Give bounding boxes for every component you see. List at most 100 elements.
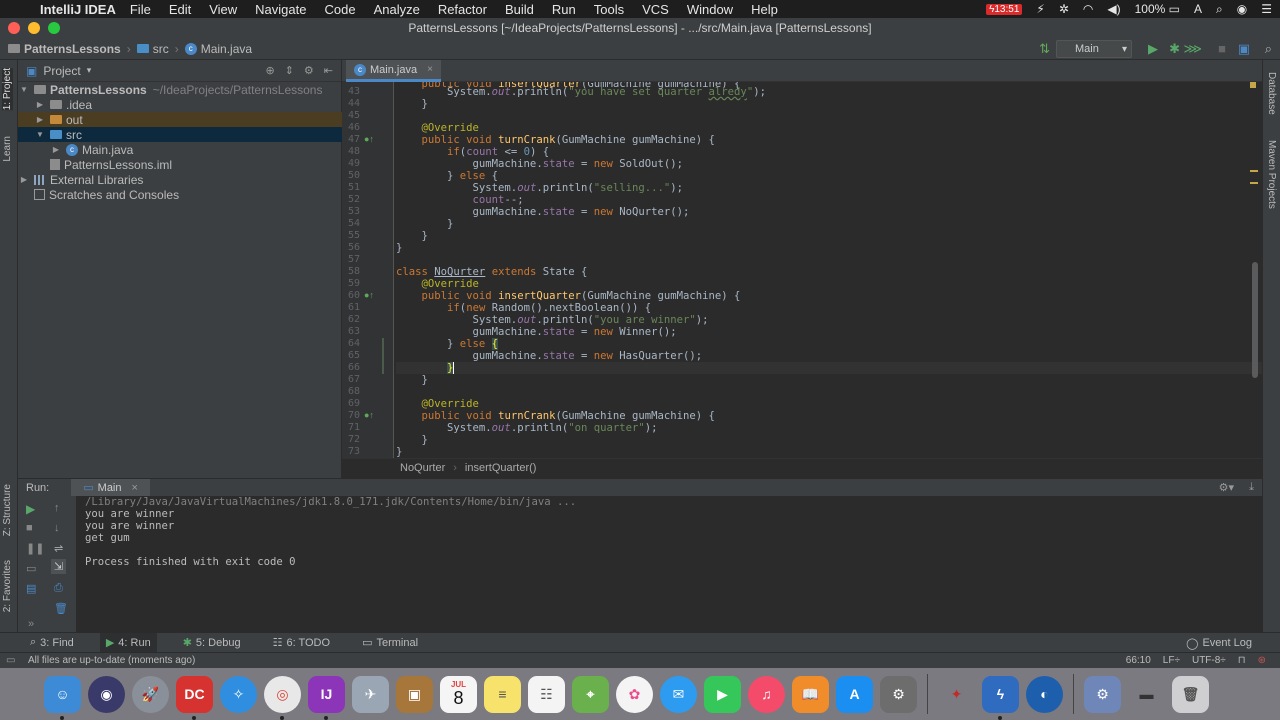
breadcrumb-class[interactable]: NoQurter [400, 462, 445, 474]
safari-icon[interactable]: ✧ [220, 675, 257, 713]
trash-icon[interactable]: 🗑 [1172, 675, 1209, 713]
menu-refactor[interactable]: Refactor [438, 2, 487, 17]
stop-icon[interactable]: ■ [26, 522, 33, 534]
tree-item-root[interactable]: ▼ PatternsLessons ~/IdeaProjects/Pattern… [18, 82, 342, 97]
menu-vcs[interactable]: VCS [642, 2, 669, 17]
scroll-up-icon[interactable]: ↑ [54, 502, 60, 514]
window-minimize-button[interactable] [28, 22, 40, 34]
override-marker-icon[interactable]: ●↑ [364, 134, 374, 144]
close-tab-icon[interactable]: × [132, 482, 138, 494]
app-store-icon[interactable]: A [836, 675, 873, 713]
tab-event-log[interactable]: ◯ Event Log [1186, 633, 1252, 653]
debug-icon[interactable]: ✱ [1169, 41, 1180, 57]
tab-learn[interactable]: Learn [2, 136, 13, 162]
thunder-app-icon[interactable]: ϟ [982, 675, 1019, 720]
menu-window[interactable]: Window [687, 2, 733, 17]
search-everywhere-icon[interactable]: ⌕ [1265, 41, 1272, 57]
pause-icon[interactable]: ❚❚ [26, 542, 44, 555]
collapse-arrow-icon[interactable]: ▶ [50, 145, 62, 154]
collapse-arrow-icon[interactable]: ▶ [18, 175, 30, 184]
contacts-icon[interactable]: ▣ [396, 675, 433, 713]
tree-item-main-java[interactable]: ▶ c Main.java [18, 142, 342, 157]
intellij-icon[interactable]: IJ [308, 675, 345, 720]
expand-arrow-icon[interactable]: ▼ [18, 85, 30, 94]
collapse-arrow-icon[interactable]: ▶ [34, 100, 46, 109]
chevron-down-icon[interactable]: ▾ [87, 65, 92, 76]
hide-panel-icon[interactable]: ⤓ [1249, 481, 1254, 494]
bolt-icon[interactable]: ⚡ [1036, 2, 1044, 16]
code-editor[interactable]: 43 44 45 46 47 48 49 50 51 52 53 54 55 56 57 58 59 60 61 62… [342, 82, 1262, 458]
music-icon[interactable]: ♫ [748, 675, 785, 713]
settings-icon[interactable]: ⚙▾ [1219, 481, 1234, 494]
lock-icon[interactable]: ⊓ [1238, 655, 1246, 666]
menu-build[interactable]: Build [505, 2, 534, 17]
run-configuration-select[interactable]: Main [1056, 40, 1132, 58]
menu-code[interactable]: Code [324, 2, 355, 17]
tab-find[interactable]: ⌕ 3: Find [24, 633, 80, 653]
preview-icon[interactable]: ✈ [352, 675, 389, 713]
downloads-stack-icon[interactable]: ▬ [1128, 676, 1165, 713]
scroll-to-end-icon[interactable]: ⇲ [51, 559, 67, 574]
messages-icon[interactable]: ✉ [660, 675, 697, 713]
analysis-status-icon[interactable] [1250, 82, 1256, 88]
reminders-icon[interactable]: ☷ [528, 675, 565, 713]
edge-icon[interactable]: ◐ [1026, 675, 1063, 713]
collapse-arrow-icon[interactable]: ▶ [34, 115, 46, 124]
input-source-icon[interactable]: A [1194, 2, 1202, 16]
tree-item-iml[interactable]: PatternsLessons.iml [18, 157, 342, 172]
hide-icon[interactable]: ⇤ [324, 64, 333, 77]
scroll-down-icon[interactable]: ↓ [54, 522, 60, 534]
siri-icon[interactable]: ◉ [1237, 2, 1247, 16]
calendar-icon[interactable]: JUL 8 [440, 675, 477, 713]
window-zoom-button[interactable] [48, 22, 60, 34]
menu-run[interactable]: Run [552, 2, 576, 17]
collapse-icon[interactable]: ⇕ [285, 64, 294, 77]
tree-item-src[interactable]: ▼ src [18, 127, 342, 142]
nav-crumb-project[interactable]: PatternsLessons [8, 42, 121, 56]
tab-favorites[interactable]: 2: Favorites [2, 560, 13, 612]
tab-main-java[interactable]: c Main.java × [346, 60, 441, 82]
utility-app-icon[interactable]: ⚙ [1084, 675, 1121, 713]
menu-tools[interactable]: Tools [594, 2, 624, 17]
rerun-icon[interactable]: ▶ [26, 502, 35, 516]
flashlight-app-icon[interactable]: ✦ [938, 676, 975, 713]
menu-file[interactable]: File [130, 2, 151, 17]
clear-all-icon[interactable]: 🗑 [54, 602, 68, 615]
launchpad-icon[interactable]: 🚀 [132, 675, 169, 713]
menu-navigate[interactable]: Navigate [255, 2, 306, 17]
caret-position[interactable]: 66:10 [1126, 655, 1151, 666]
breadcrumb-method[interactable]: insertQuarter() [465, 462, 537, 474]
tab-debug[interactable]: ✱ 5: Debug [177, 633, 247, 653]
soft-wrap-icon[interactable]: ⇌ [54, 542, 63, 555]
override-marker-icon[interactable]: ●↑ [364, 290, 374, 300]
maps-icon[interactable]: ⌖ [572, 675, 609, 713]
project-view-select[interactable]: Project [43, 64, 80, 78]
run-console[interactable]: /Library/Java/JavaVirtualMachines/jdk1.8… [76, 496, 1262, 632]
flash-status-icon[interactable]: ϟ13:51 [986, 3, 1023, 15]
editor-scrollbar[interactable] [1252, 262, 1258, 378]
chrome-icon[interactable]: ◎ [264, 675, 301, 720]
more-icon[interactable]: » [28, 618, 34, 630]
gear-status-icon[interactable]: ✲ [1059, 2, 1069, 16]
menu-analyze[interactable]: Analyze [374, 2, 420, 17]
dump-threads-icon[interactable]: ▭ [26, 562, 36, 575]
run-tab-main[interactable]: ▭ Main × [71, 478, 150, 497]
project-structure-icon[interactable]: ▣ [1238, 41, 1250, 57]
tree-item-out[interactable]: ▶ out [18, 112, 342, 127]
tab-maven-projects[interactable]: Maven Projects [1266, 140, 1277, 209]
dictionary-app-icon[interactable]: DC [176, 675, 213, 720]
coverage-icon[interactable]: ⋙ [1184, 41, 1203, 57]
tab-run[interactable]: ▶ 4: Run [99, 632, 157, 653]
tab-terminal[interactable]: ▭ Terminal [356, 633, 424, 653]
toggle-tool-windows-icon[interactable]: ▭ [6, 655, 15, 666]
tab-project[interactable]: 1: Project [2, 68, 13, 111]
file-encoding[interactable]: UTF-8÷ [1192, 655, 1226, 666]
wifi-icon[interactable]: ◠ [1083, 2, 1093, 16]
menu-edit[interactable]: Edit [169, 2, 191, 17]
close-tab-icon[interactable]: × [427, 64, 433, 75]
warning-stripe[interactable] [1250, 182, 1258, 184]
photos-icon[interactable]: ✿ [616, 675, 653, 713]
inspector-icon[interactable]: ⊛ [1258, 655, 1266, 666]
warning-stripe[interactable] [1250, 170, 1258, 172]
override-marker-icon[interactable]: ●↑ [364, 410, 374, 420]
